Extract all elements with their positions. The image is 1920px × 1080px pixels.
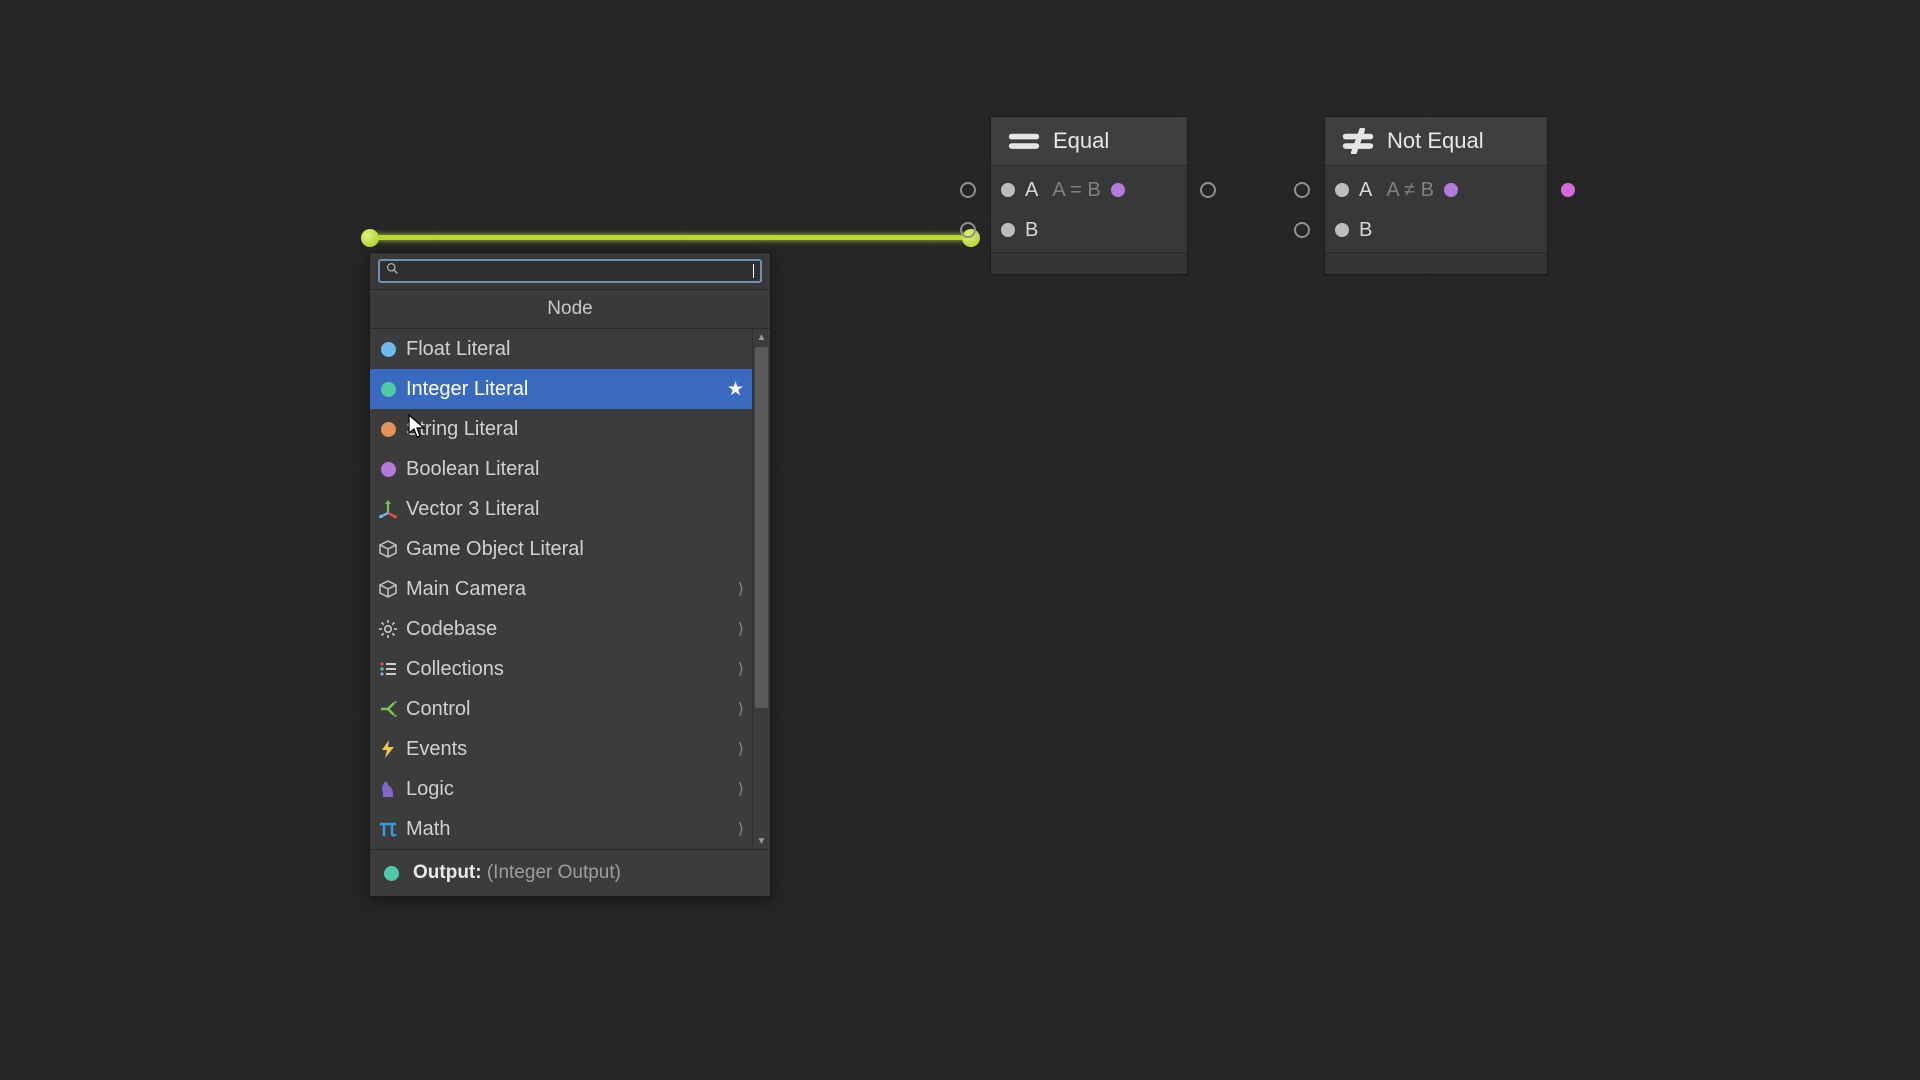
- node-item-label: Logic: [406, 778, 454, 801]
- node-header[interactable]: Not Equal: [1325, 117, 1547, 166]
- node-item-label: Boolean Literal: [406, 458, 539, 481]
- port-b-dot[interactable]: [1335, 223, 1349, 237]
- node-notequal[interactable]: Not Equal A A ≠ B B: [1324, 116, 1548, 275]
- node-item-integer-literal[interactable]: Integer Literal ★: [370, 369, 752, 409]
- node-item-label: Math: [406, 818, 450, 841]
- port-b-ext[interactable]: [959, 221, 977, 239]
- node-item-vector-3-literal[interactable]: Vector 3 Literal: [370, 489, 752, 529]
- port-result-ext[interactable]: [1199, 181, 1217, 199]
- scroll-track[interactable]: [753, 345, 770, 833]
- cube-icon: [378, 539, 398, 559]
- port-result-ext[interactable]: [1559, 181, 1577, 199]
- scroll-thumb[interactable]: [755, 347, 768, 708]
- port-b-label: B: [1359, 219, 1372, 242]
- chevron-right-icon: ⟩: [738, 659, 744, 679]
- port-b-dot[interactable]: [1001, 223, 1015, 237]
- chevron-right-icon: ⟩: [738, 739, 744, 759]
- port-a-ext[interactable]: [959, 181, 977, 199]
- node-item-boolean-literal[interactable]: Boolean Literal: [370, 449, 752, 489]
- port-a-ext[interactable]: [1293, 181, 1311, 199]
- node-item-label: Game Object Literal: [406, 538, 584, 561]
- dot-icon: [378, 379, 398, 399]
- chevron-right-icon: ⟩: [738, 819, 744, 839]
- port-b-ext[interactable]: [1293, 221, 1311, 239]
- search-icon: [386, 262, 403, 280]
- chevron-right-icon: ⟩: [738, 619, 744, 639]
- popup-footer: Output: (Integer Output): [370, 849, 770, 896]
- output-type-icon: [384, 866, 399, 881]
- node-item-label: Main Camera: [406, 578, 526, 601]
- scroll-up-icon[interactable]: ▲: [753, 329, 770, 345]
- chevron-right-icon: ⟩: [738, 699, 744, 719]
- list-icon: [378, 659, 398, 679]
- node-footer: [991, 252, 1187, 274]
- node-item-events[interactable]: Events ⟩: [370, 729, 752, 769]
- port-a-dot[interactable]: [1335, 183, 1349, 197]
- cube-icon: [378, 579, 398, 599]
- output-expr: A = B: [1052, 179, 1100, 202]
- port-result-dot[interactable]: [1444, 183, 1458, 197]
- dot-icon: [378, 459, 398, 479]
- wire-end-left[interactable]: [361, 229, 379, 247]
- text-cursor: [753, 264, 754, 278]
- input-a-row[interactable]: A A ≠ B: [1325, 170, 1547, 210]
- node-item-game-object-literal[interactable]: Game Object Literal: [370, 529, 752, 569]
- equal-icon: [1005, 127, 1043, 155]
- knight-icon: [378, 779, 398, 799]
- node-item-label: Vector 3 Literal: [406, 498, 539, 521]
- search-box[interactable]: [378, 259, 762, 283]
- dot-icon: [378, 339, 398, 359]
- node-search-popup[interactable]: Node Float Literal Integer Literal ★ String…: [369, 252, 771, 897]
- node-item-label: Float Literal: [406, 338, 511, 361]
- node-item-main-camera[interactable]: Main Camera ⟩: [370, 569, 752, 609]
- vector3-icon: [378, 499, 398, 519]
- search-row: [370, 253, 770, 290]
- dot-icon: [378, 419, 398, 439]
- node-item-collections[interactable]: Collections ⟩: [370, 649, 752, 689]
- footer-label: Output:: [413, 862, 482, 884]
- node-item-label: String Literal: [406, 418, 518, 441]
- port-result-dot[interactable]: [1111, 183, 1125, 197]
- node-footer: [1325, 252, 1547, 274]
- scrollbar[interactable]: ▲ ▼: [752, 329, 770, 849]
- node-list[interactable]: Float Literal Integer Literal ★ String Lite…: [370, 329, 752, 849]
- graph-canvas[interactable]: [0, 0, 1920, 1080]
- node-title: Not Equal: [1387, 128, 1484, 154]
- connection-wire: [373, 235, 973, 240]
- port-a-label: A: [1359, 179, 1372, 202]
- star-icon[interactable]: ★: [727, 378, 744, 401]
- gear-icon: [378, 619, 398, 639]
- node-item-label: Collections: [406, 658, 504, 681]
- node-equal[interactable]: Equal A A = B B: [990, 116, 1188, 275]
- bolt-icon: [378, 739, 398, 759]
- input-b-row[interactable]: B: [991, 210, 1187, 250]
- node-item-float-literal[interactable]: Float Literal: [370, 329, 752, 369]
- chevron-right-icon: ⟩: [738, 579, 744, 599]
- node-item-control[interactable]: Control ⟩: [370, 689, 752, 729]
- node-header[interactable]: Equal: [991, 117, 1187, 166]
- port-a-label: A: [1025, 179, 1038, 202]
- node-item-math[interactable]: Math ⟩: [370, 809, 752, 849]
- node-title: Equal: [1053, 128, 1109, 154]
- input-b-row[interactable]: B: [1325, 210, 1547, 250]
- pi-icon: [378, 819, 398, 839]
- node-item-string-literal[interactable]: String Literal: [370, 409, 752, 449]
- input-a-row[interactable]: A A = B: [991, 170, 1187, 210]
- scroll-down-icon[interactable]: ▼: [753, 833, 770, 849]
- node-item-label: Control: [406, 698, 470, 721]
- node-item-label: Integer Literal: [406, 378, 528, 401]
- node-item-codebase[interactable]: Codebase ⟩: [370, 609, 752, 649]
- search-input[interactable]: [403, 263, 753, 279]
- popup-header: Node: [370, 290, 770, 329]
- node-item-label: Events: [406, 738, 467, 761]
- branch-icon: [378, 699, 398, 719]
- not-equal-icon: [1339, 127, 1377, 155]
- footer-value: (Integer Output): [487, 862, 621, 884]
- node-item-logic[interactable]: Logic ⟩: [370, 769, 752, 809]
- output-expr: A ≠ B: [1386, 179, 1434, 202]
- chevron-right-icon: ⟩: [738, 779, 744, 799]
- port-b-label: B: [1025, 219, 1038, 242]
- port-a-dot[interactable]: [1001, 183, 1015, 197]
- node-item-label: Codebase: [406, 618, 497, 641]
